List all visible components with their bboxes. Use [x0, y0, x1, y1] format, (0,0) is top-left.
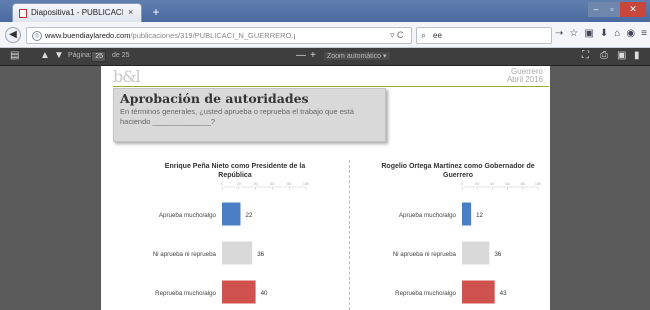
clipboard-icon[interactable]: ▣: [584, 28, 593, 43]
chart-1-tick-label: 60: [270, 182, 274, 186]
new-tab-button[interactable]: +: [148, 5, 164, 19]
chart-2-bar: [462, 280, 495, 304]
search-bar[interactable]: ⌕ ee: [416, 27, 552, 44]
save-icon[interactable]: ▣: [617, 50, 626, 61]
search-input[interactable]: ee: [433, 31, 442, 40]
pdf-page: b&l Guerrero Abril 2016 Aprobación de au…: [101, 66, 550, 310]
chart-1-tick-label: 20: [237, 182, 241, 186]
tab-close-icon[interactable]: ×: [128, 7, 133, 17]
reload-icon[interactable]: ▿ C: [390, 30, 404, 41]
url-domain: www.buendiaylaredo.com: [45, 31, 131, 40]
tab-title: Diapositiva1 - PUBLICACI_N_G...: [31, 8, 123, 17]
chart-2-value-label: 12: [476, 212, 483, 219]
chart-1-value-label: 36: [257, 251, 264, 258]
chart-2-tick-label: 60: [505, 182, 509, 186]
chart-2-bar: [462, 202, 472, 226]
chart-1-tick-label: 100: [303, 182, 309, 186]
chart-2-value-label: 43: [500, 290, 507, 297]
chart-1-bar: [222, 280, 256, 304]
back-button[interactable]: ◀: [5, 27, 21, 43]
zoom-in-button[interactable]: +: [310, 50, 316, 61]
search-icon: ⌕: [421, 30, 427, 40]
window-titlebar: Diapositiva1 - PUBLICACI_N_G... × + – ▫ …: [0, 0, 650, 22]
chart-2-category-label: Reprueba mucho/algo: [395, 290, 456, 297]
previous-page-icon[interactable]: ▲: [40, 50, 50, 61]
print-icon[interactable]: ⎙: [600, 50, 608, 61]
download-icon[interactable]: ⬇: [600, 28, 608, 43]
bookmark-star-icon[interactable]: ☆: [569, 28, 578, 43]
minimize-icon[interactable]: –: [588, 2, 604, 17]
extension-arrow-icon[interactable]: ➝: [555, 28, 563, 43]
chart-2-bar: [462, 241, 490, 265]
bar-charts: 0 20 40 60 80 100 Aprueba mucho/algo 22 Ni aprue…: [153, 182, 541, 304]
page-number-input[interactable]: 25: [91, 51, 106, 62]
chart-1-category-label: Ni aprueba ni reprueba: [153, 251, 217, 258]
zoom-select[interactable]: Zoom automático ▾: [324, 52, 390, 60]
sync-icon[interactable]: ◉: [626, 28, 635, 43]
bookmark-icon[interactable]: ▮: [634, 50, 640, 61]
url-path: /publicaciones/319/PUBLICACI_N_GUERRERO.…: [130, 31, 295, 40]
browser-toolbar-icons: ➝ ☆ ▣ ⬇ ⌂ ◉ ≡: [555, 28, 647, 43]
pdf-toolbar: ▤ ▲ ▼ Página: 25 de 25 — + Zoom automáti…: [0, 48, 650, 66]
browser-tab[interactable]: Diapositiva1 - PUBLICACI_N_G... ×: [12, 3, 142, 22]
fullscreen-icon[interactable]: ⛶: [582, 50, 589, 61]
page-label: Página:: [68, 52, 92, 59]
navigation-bar: ◀ ◎ www.buendiaylaredo.com/publicaciones…: [0, 22, 650, 48]
chart-2-category-label: Aprueba mucho/algo: [399, 212, 457, 219]
chart-1-value-label: 40: [261, 290, 268, 297]
chart-1-bar: [222, 241, 253, 265]
maximize-icon[interactable]: ▫: [604, 2, 620, 17]
page-total: de 25: [112, 52, 130, 59]
window-controls: – ▫ ✕: [588, 2, 646, 17]
chart-1-bar: [222, 202, 241, 226]
chart-1-tick-label: 0: [221, 182, 223, 186]
chart-2-value-label: 36: [494, 251, 501, 258]
chart-1-tick-label: 40: [253, 182, 257, 186]
chart-1-value-label: 22: [245, 212, 252, 219]
sidebar-toggle-icon[interactable]: ▤: [10, 50, 19, 61]
chart-2-tick-label: 40: [490, 182, 494, 186]
site-identity-icon[interactable]: ◎: [32, 31, 42, 41]
zoom-out-button[interactable]: —: [296, 50, 306, 61]
chart-2-tick-label: 100: [535, 182, 541, 186]
home-icon[interactable]: ⌂: [614, 28, 620, 43]
pdf-document-icon: [19, 9, 27, 18]
chart-1-tick-label: 80: [287, 182, 291, 186]
url-bar[interactable]: ◎ www.buendiaylaredo.com/publicaciones/3…: [26, 27, 412, 44]
close-window-icon[interactable]: ✕: [620, 2, 646, 17]
chart-2-category-label: Ni aprueba ni reprueba: [393, 251, 457, 258]
chart-2-tick-label: 20: [475, 182, 479, 186]
zoom-value: Zoom automático: [327, 53, 382, 60]
next-page-icon[interactable]: ▼: [54, 50, 64, 61]
url-text: www.buendiaylaredo.com/publicaciones/319…: [45, 31, 295, 40]
chart-2-tick-label: 80: [521, 182, 525, 186]
chart-1-category-label: Reprueba mucho/algo: [155, 290, 216, 297]
chart-1-category-label: Aprueba mucho/algo: [159, 212, 217, 219]
chart-2-tick-label: 0: [461, 182, 463, 186]
menu-icon[interactable]: ≡: [641, 28, 647, 43]
